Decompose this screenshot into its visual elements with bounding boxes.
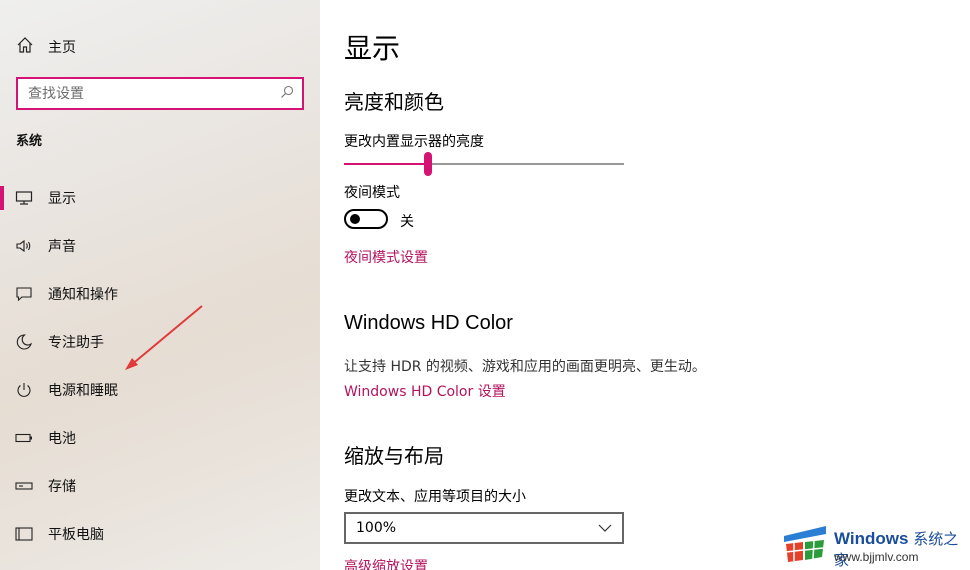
hdr-settings-link[interactable]: Windows HD Color 设置 — [344, 381, 506, 401]
sidebar-item-tablet[interactable]: 平板电脑 — [0, 516, 320, 552]
sidebar: 主页 系统 显示 声音 通知和操作 专注助手 — [0, 0, 320, 570]
monitor-icon — [15, 189, 33, 207]
notification-icon — [15, 285, 33, 303]
sidebar-item-label: 电源和睡眠 — [48, 383, 118, 399]
sidebar-item-label: 显示 — [48, 191, 76, 207]
page-title: 显示 — [344, 32, 401, 65]
sidebar-item-storage[interactable]: 存储 — [0, 468, 320, 504]
hdr-description: 让支持 HDR 的视频、游戏和应用的画面更明亮、更生动。 — [344, 359, 706, 375]
speaker-icon — [15, 237, 33, 255]
sidebar-item-power-sleep[interactable]: 电源和睡眠 — [0, 372, 320, 408]
windows-logo-icon — [784, 526, 826, 562]
watermark-url: www.bjjmlv.com — [834, 550, 919, 564]
night-mode-toggle[interactable] — [344, 209, 388, 229]
sidebar-item-label: 平板电脑 — [48, 527, 104, 543]
annotation-arrow — [125, 305, 203, 370]
sidebar-item-label: 存储 — [48, 479, 76, 495]
scale-label: 更改文本、应用等项目的大小 — [344, 489, 526, 505]
advanced-scaling-link[interactable]: 高级缩放设置 — [344, 556, 428, 570]
storage-icon — [15, 477, 33, 495]
watermark: Windows 系统之家 www.bjjmlv.com — [780, 520, 970, 570]
power-icon — [15, 381, 33, 399]
section-title: 系统 — [16, 134, 43, 149]
moon-icon — [15, 333, 33, 351]
hdr-heading: Windows HD Color — [344, 312, 513, 334]
home-label: 主页 — [48, 40, 76, 56]
night-mode-settings-link[interactable]: 夜间模式设置 — [344, 247, 428, 267]
brightness-heading: 亮度和颜色 — [344, 90, 444, 114]
home-link[interactable]: 主页 — [16, 36, 76, 58]
sidebar-item-label: 专注助手 — [48, 335, 104, 351]
slider-thumb[interactable] — [424, 152, 432, 176]
search-icon[interactable] — [280, 84, 294, 103]
sidebar-item-label: 声音 — [48, 239, 76, 255]
scale-value: 100% — [356, 520, 397, 536]
sidebar-item-label: 电池 — [48, 431, 76, 447]
scale-heading: 缩放与布局 — [344, 444, 444, 468]
sidebar-item-label: 通知和操作 — [48, 287, 118, 303]
search-box[interactable] — [16, 77, 304, 110]
brightness-label: 更改内置显示器的亮度 — [344, 134, 484, 150]
chevron-down-icon — [598, 520, 612, 536]
battery-icon — [15, 429, 33, 447]
night-mode-label: 夜间模式 — [344, 185, 400, 201]
scale-dropdown[interactable]: 100% — [344, 512, 624, 544]
brightness-slider[interactable] — [344, 152, 624, 176]
sidebar-item-battery[interactable]: 电池 — [0, 420, 320, 456]
toggle-knob — [350, 214, 360, 224]
selection-indicator — [0, 186, 4, 210]
night-mode-state: 关 — [400, 214, 414, 230]
tablet-icon — [15, 525, 33, 543]
home-icon — [16, 36, 34, 58]
sidebar-item-sound[interactable]: 声音 — [0, 228, 320, 264]
slider-fill — [344, 163, 428, 165]
main-panel: 显示 亮度和颜色 更改内置显示器的亮度 夜间模式 关 夜间模式设置 Window… — [320, 0, 970, 570]
watermark-brand-en: Windows — [834, 529, 909, 548]
sidebar-item-display[interactable]: 显示 — [0, 180, 320, 216]
search-input[interactable] — [28, 85, 280, 102]
